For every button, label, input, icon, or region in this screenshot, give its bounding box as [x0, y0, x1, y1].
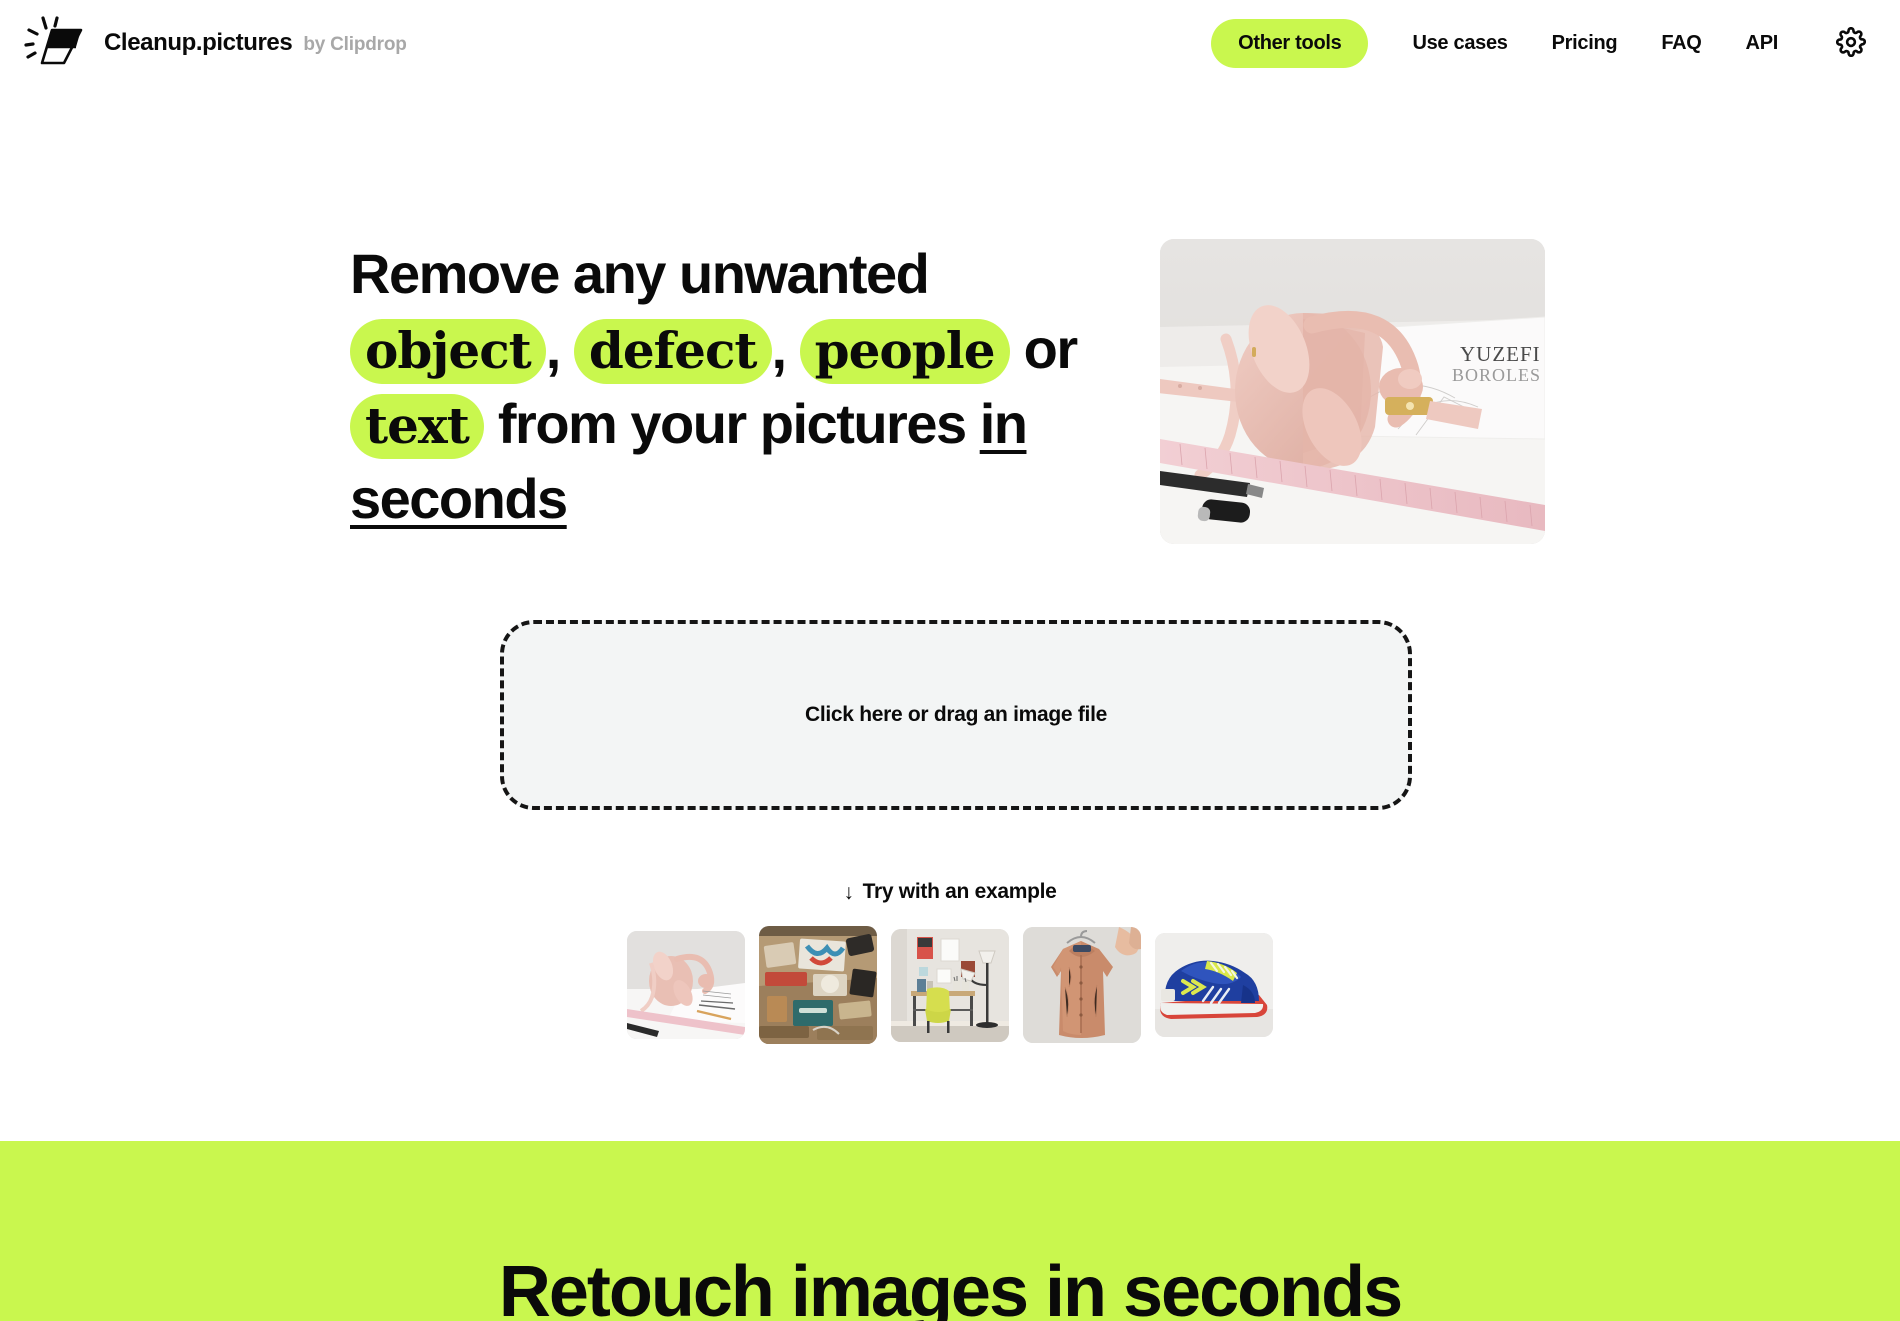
- main-navigation: Other tools Use cases Pricing FAQ API: [1211, 18, 1878, 68]
- settings-button[interactable]: [1834, 26, 1868, 60]
- headline-mark-people: people: [799, 319, 1010, 385]
- other-tools-button[interactable]: Other tools: [1211, 18, 1369, 68]
- headline-part-2: or: [1023, 317, 1079, 381]
- example-pink-bag[interactable]: [627, 931, 745, 1039]
- nav-item-pricing[interactable]: Pricing: [1530, 32, 1640, 55]
- brand-byline: by Clipdrop: [303, 34, 407, 55]
- example-room-desk-lamp[interactable]: [891, 928, 1009, 1042]
- hero-image: YUZEFI BOROLES: [1160, 239, 1545, 544]
- example-thumbnail-row: [627, 926, 1273, 1044]
- example-desk-clutter[interactable]: [759, 926, 877, 1044]
- brand-logo-link[interactable]: Cleanup.pictures by Clipdrop: [24, 15, 407, 71]
- nav-item-api[interactable]: API: [1724, 32, 1800, 55]
- headline-part-1: Remove any unwanted: [350, 242, 930, 305]
- examples-section: ↓ Try with an example: [0, 880, 1900, 1044]
- arrow-down-icon: ↓: [843, 880, 854, 904]
- svg-text:BOROLES: BOROLES: [1452, 365, 1541, 385]
- eraser-logo-icon: [24, 15, 90, 71]
- headline-sep-1: ,: [545, 317, 562, 381]
- hero-section: Remove any unwanted object, defect, peop…: [350, 218, 1580, 544]
- brand-name: Cleanup.pictures: [104, 29, 293, 56]
- nav-item-faq[interactable]: FAQ: [1639, 32, 1723, 55]
- retouch-band: Retouch images in seconds: [0, 1141, 1900, 1321]
- site-header: Cleanup.pictures by Clipdrop Other tools…: [0, 0, 1900, 86]
- headline-mark-object: object: [350, 319, 546, 385]
- examples-heading: ↓ Try with an example: [843, 880, 1056, 904]
- gear-icon: [1835, 26, 1867, 60]
- example-brown-jacket[interactable]: [1023, 927, 1141, 1043]
- headline-mark-text: text: [350, 394, 484, 460]
- page-title: Remove any unwanted object, defect, peop…: [350, 218, 1140, 536]
- image-dropzone[interactable]: Click here or drag an image file: [500, 620, 1412, 810]
- nav-item-use-cases[interactable]: Use cases: [1368, 32, 1529, 55]
- examples-heading-label: Try with an example: [862, 880, 1057, 903]
- headline-mark-defect: defect: [573, 319, 772, 385]
- headline-part-3: from your pictures: [497, 392, 967, 456]
- band-title: Retouch images in seconds: [498, 1252, 1403, 1321]
- example-blue-sneaker[interactable]: [1155, 933, 1273, 1037]
- headline-sep-2: ,: [771, 317, 788, 381]
- dropzone-label: Click here or drag an image file: [804, 703, 1107, 726]
- svg-text:YUZEFI: YUZEFI: [1460, 342, 1541, 366]
